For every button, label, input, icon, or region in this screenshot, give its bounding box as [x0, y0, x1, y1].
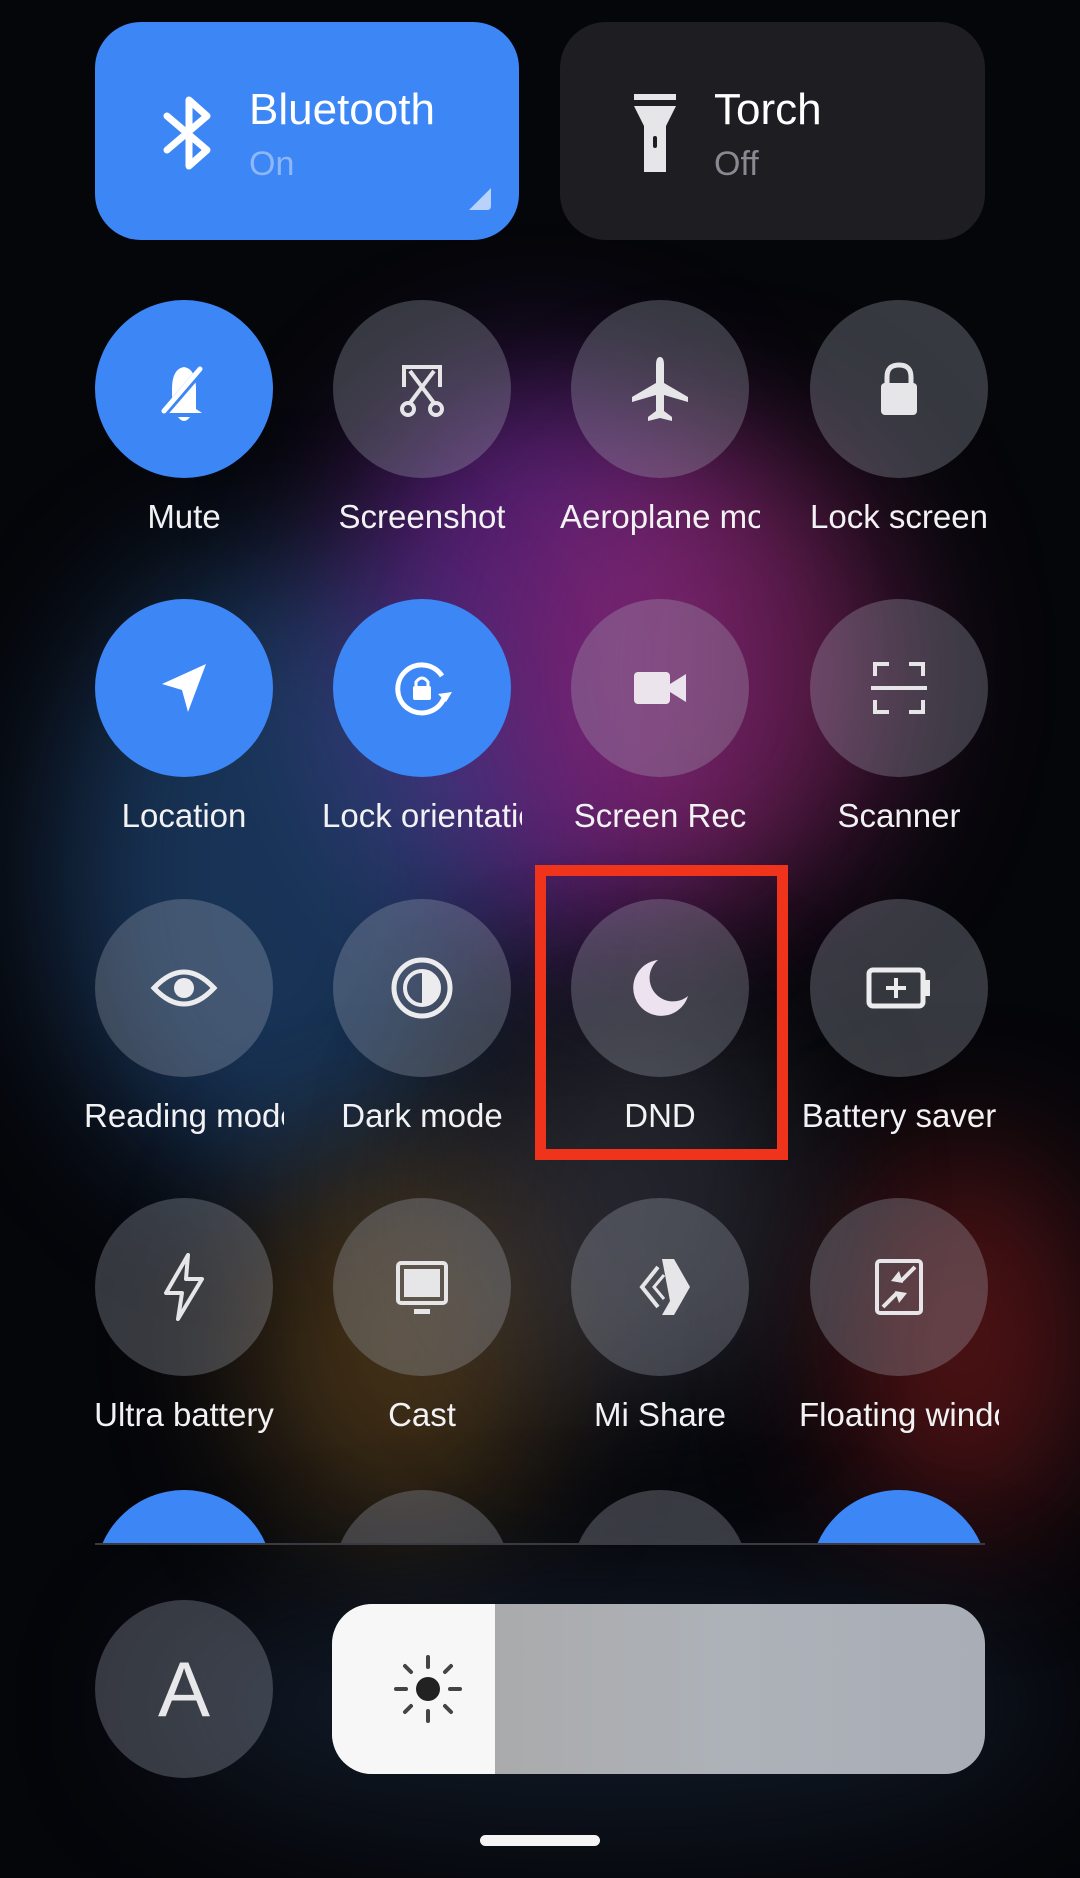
monitor-icon	[396, 1261, 448, 1314]
partial-toggle[interactable]	[571, 1490, 749, 1544]
toggle-label: Cast	[388, 1396, 456, 1433]
toggle-label: Lock orientation	[322, 797, 522, 834]
toggle-button[interactable]	[95, 599, 273, 777]
auto-brightness-button[interactable]: A	[95, 1600, 273, 1778]
toggle-button[interactable]	[333, 899, 511, 1077]
brightness-slider[interactable]	[332, 1604, 985, 1774]
toggle-button[interactable]	[95, 300, 273, 478]
battery-plus-icon	[866, 967, 930, 1009]
toggle-button[interactable]	[571, 300, 749, 478]
lightning-icon	[164, 1253, 204, 1321]
toggle-button[interactable]	[571, 599, 749, 777]
toggle-button[interactable]	[95, 1198, 273, 1376]
toggle-button[interactable]	[333, 599, 511, 777]
bell-off-icon	[160, 366, 206, 421]
toggle-label: Location	[121, 797, 247, 834]
eye-icon	[150, 969, 218, 1007]
floating-window-icon	[875, 1259, 923, 1315]
dnd-highlight-box	[535, 865, 788, 1160]
toggle-label: Screen Rec	[573, 797, 747, 834]
lock-icon	[881, 362, 917, 415]
toggle-button[interactable]	[571, 1198, 749, 1376]
toggle-button[interactable]	[810, 300, 988, 478]
sun-icon	[394, 1655, 462, 1723]
flashlight-icon	[634, 94, 676, 172]
toggle-label: Reading mode	[84, 1097, 284, 1134]
toggle-label: Mute	[147, 498, 221, 535]
rotation-lock-icon	[395, 662, 452, 716]
toggle-label: Scanner	[837, 797, 961, 834]
toggle-label: Lock screen	[810, 498, 988, 535]
torch-tile[interactable]: Torch Off	[560, 22, 985, 240]
bluetooth-status: On	[249, 145, 295, 183]
partial-toggle[interactable]	[95, 1490, 273, 1544]
toggle-button[interactable]	[810, 899, 988, 1077]
mi-share-icon	[639, 1259, 690, 1315]
partial-toggle[interactable]	[333, 1490, 511, 1544]
bluetooth-tile[interactable]: Bluetooth On	[95, 22, 519, 240]
bluetooth-title: Bluetooth	[249, 85, 435, 134]
toggle-label: Ultra battery	[94, 1396, 274, 1433]
toggle-button[interactable]	[810, 599, 988, 777]
partial-toggle[interactable]	[810, 1490, 988, 1544]
torch-title: Torch	[714, 85, 822, 134]
bluetooth-icon	[163, 96, 211, 170]
toggle-label: Aeroplane mode	[560, 498, 760, 535]
toggle-label: Battery saver	[801, 1097, 997, 1134]
scissors-icon	[400, 365, 444, 417]
torch-status: Off	[714, 145, 759, 183]
toggle-label: Floating window	[799, 1396, 999, 1433]
airplane-icon	[632, 357, 688, 421]
contrast-icon	[391, 957, 453, 1019]
home-indicator[interactable]	[480, 1835, 600, 1846]
toggle-button[interactable]	[333, 1198, 511, 1376]
toggle-button[interactable]	[333, 300, 511, 478]
toggle-label: Screenshot	[338, 498, 506, 535]
expand-corner-icon[interactable]	[469, 188, 491, 210]
toggle-button[interactable]	[810, 1198, 988, 1376]
toggle-label: Dark mode	[341, 1097, 503, 1134]
scan-frame-icon	[871, 662, 927, 714]
location-arrow-icon	[162, 664, 206, 712]
toggle-button[interactable]	[95, 899, 273, 1077]
toggle-label: Mi Share	[593, 1396, 727, 1433]
video-camera-icon	[634, 672, 686, 704]
auto-brightness-icon: A	[157, 1644, 211, 1733]
divider	[95, 1543, 985, 1545]
